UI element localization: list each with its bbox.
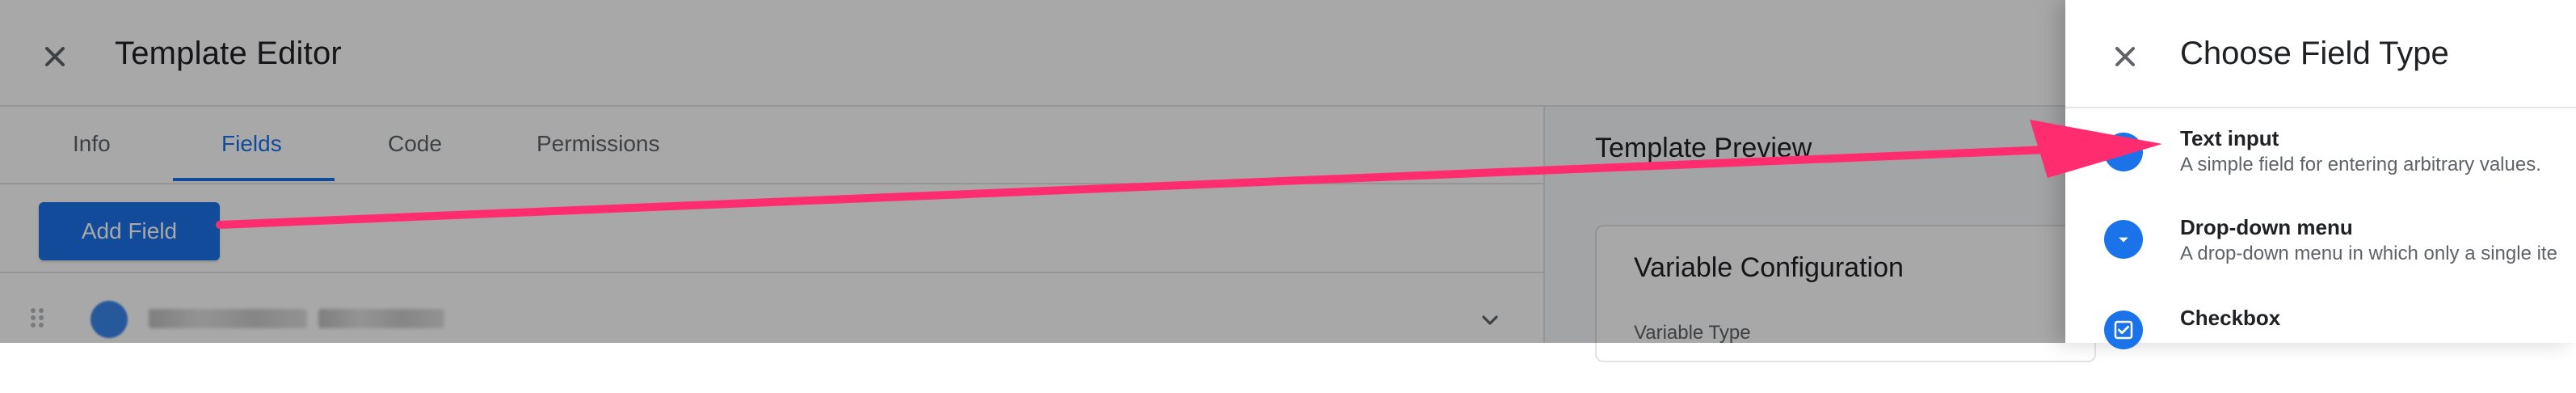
close-icon[interactable]	[2109, 40, 2141, 73]
panel-divider	[2065, 107, 2576, 108]
tab-permissions[interactable]: Permissions	[537, 131, 659, 157]
panel-title: Choose Field Type	[2180, 36, 2449, 71]
option-title: Text input	[2180, 126, 2279, 150]
dropdown-icon	[2104, 220, 2143, 259]
field-row[interactable]	[0, 272, 1543, 343]
page-title: Template Editor	[115, 36, 342, 71]
field-name-redacted	[149, 309, 307, 328]
tab-code[interactable]: Code	[388, 131, 442, 157]
option-desc: A simple field for entering arbitrary va…	[2180, 154, 2541, 175]
tab-fields[interactable]: Fields	[221, 131, 282, 157]
template-preview-title: Template Preview	[1595, 133, 1812, 163]
variable-config-title: Variable Configuration	[1634, 252, 1904, 283]
close-icon[interactable]	[39, 40, 71, 73]
checkbox-icon	[2104, 311, 2143, 349]
field-type-icon	[90, 301, 128, 338]
active-tab-indicator	[173, 178, 335, 181]
option-checkbox[interactable]	[2065, 304, 2576, 393]
drag-handle-icon[interactable]	[29, 306, 45, 330]
chevron-down-icon[interactable]	[1477, 307, 1503, 333]
variable-type-label: Variable Type	[1634, 322, 1751, 344]
tab-bar: Info Fields Code Permissions	[0, 107, 1543, 184]
tab-info[interactable]: Info	[73, 131, 111, 157]
option-title: Checkbox	[2180, 306, 2281, 330]
option-desc: A drop-down menu in which only a single …	[2180, 243, 2557, 264]
option-title: Drop-down menu	[2180, 215, 2353, 239]
field-type-redacted	[318, 309, 444, 328]
text-input-icon	[2104, 133, 2143, 171]
add-field-button[interactable]: Add Field	[39, 202, 220, 260]
